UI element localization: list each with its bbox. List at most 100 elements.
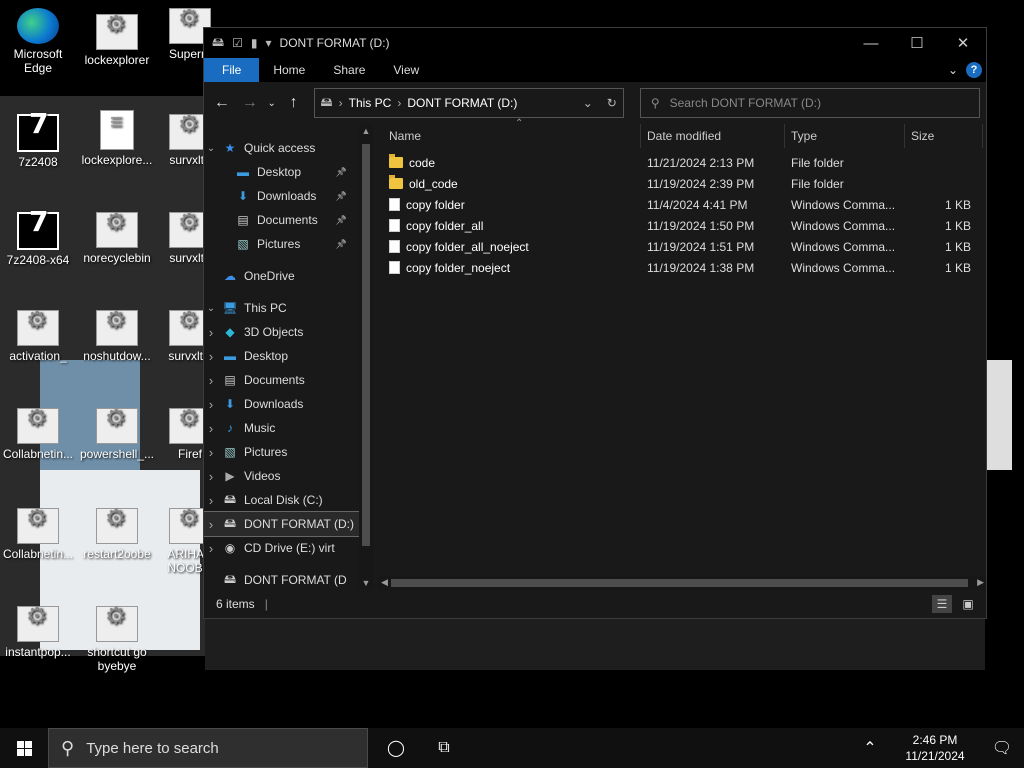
horizontal-scrollbar[interactable]: ◀ ▶	[379, 576, 986, 590]
column-size[interactable]: Size	[905, 124, 983, 148]
nav-dont-format-drive[interactable]: 🖴 DONT FORMAT (D	[204, 568, 359, 590]
desktop-icon[interactable]: Microsoft Edge	[0, 8, 78, 75]
expand-chevron-icon[interactable]: ›	[204, 517, 218, 532]
scroll-right-icon[interactable]: ▶	[977, 577, 984, 588]
expand-ribbon-chevron-icon[interactable]: ⌄	[948, 63, 958, 77]
nav-pc-item[interactable]: › ▤ Documents	[204, 368, 359, 392]
clock[interactable]: 2:46 PM 11/21/2024	[890, 732, 980, 764]
expand-chevron-icon[interactable]: ›	[204, 397, 218, 412]
column-type[interactable]: Type	[785, 124, 905, 148]
back-arrow-icon[interactable]: ←	[210, 91, 234, 115]
nav-pc-item[interactable]: › 🖴 Local Disk (C:)	[204, 488, 359, 512]
nav-onedrive[interactable]: ☁ OneDrive	[204, 264, 359, 288]
new-folder-icon[interactable]: ▮	[251, 36, 258, 50]
tab-file[interactable]: File	[204, 58, 260, 82]
desktop-icon[interactable]: instantpop...	[0, 606, 78, 659]
address-bar[interactable]: 🖴 › This PC › DONT FORMAT (D:) ⌄ ↻	[313, 88, 624, 118]
pin-icon[interactable]: 📌	[336, 167, 347, 178]
desktop-icon[interactable]: activation_	[0, 310, 78, 363]
scroll-left-icon[interactable]: ◀	[381, 577, 388, 588]
address-history-chevron-icon[interactable]: ⌄	[583, 96, 593, 110]
navigation-scrollbar[interactable]: ▲ ▼	[359, 124, 373, 590]
desktop-icon[interactable]: shortcut go byebye	[77, 606, 157, 673]
close-button[interactable]: ✕	[940, 28, 986, 58]
taskbar-search-box[interactable]: ⚲ Type here to search	[48, 728, 368, 768]
minimize-button[interactable]: —	[848, 28, 894, 58]
nav-quick-desktop[interactable]: ▬ Desktop 📌	[204, 160, 359, 184]
search-input[interactable]: ⚲ Search DONT FORMAT (D:)	[639, 88, 980, 118]
notifications-icon[interactable]: 🗨	[980, 728, 1024, 768]
desktop-icon[interactable]: lockexplorer	[77, 14, 157, 67]
expand-chevron-icon[interactable]: ›	[204, 541, 218, 556]
expand-chevron-icon[interactable]: ›	[204, 445, 218, 460]
file-row[interactable]: copy folder 11/4/2024 4:41 PM Windows Comm…	[379, 194, 986, 215]
desktop-icon[interactable]: Collabnetin...	[0, 508, 78, 561]
breadcrumb-current[interactable]: DONT FORMAT (D:)	[407, 96, 517, 110]
collapse-chevron-icon[interactable]: ⌄	[204, 303, 218, 314]
customize-toolbar-icon[interactable]: ▾	[266, 36, 272, 50]
file-row[interactable]: copy folder_noeject 11/19/2024 1:38 PM Win…	[379, 257, 986, 278]
maximize-button[interactable]: ☐	[894, 28, 940, 58]
task-view-icon[interactable]: ⧉	[420, 728, 468, 768]
pin-icon[interactable]: 📌	[336, 191, 347, 202]
nav-pc-item[interactable]: › ▬ Desktop	[204, 344, 359, 368]
refresh-icon[interactable]: ↻	[607, 96, 617, 110]
tab-share[interactable]: Share	[319, 58, 379, 82]
recent-locations-chevron-icon[interactable]: ⌄	[266, 91, 278, 115]
file-row[interactable]: code 11/21/2024 2:13 PM File folder	[379, 152, 986, 173]
tab-view[interactable]: View	[379, 58, 433, 82]
desktop-icon[interactable]: powershell_...	[77, 408, 157, 461]
nav-pc-item[interactable]: › ◆ 3D Objects	[204, 320, 359, 344]
column-date-modified[interactable]: Date modified	[641, 124, 785, 148]
nav-pc-item[interactable]: › ◉ CD Drive (E:) virt	[204, 536, 359, 560]
nav-pc-item[interactable]: › ▶ Videos	[204, 464, 359, 488]
file-row[interactable]: copy folder_all 11/19/2024 1:50 PM Windows…	[379, 215, 986, 236]
desktop-icon[interactable]: 7z2408	[0, 114, 78, 169]
file-row[interactable]: old_code 11/19/2024 2:39 PM File folder	[379, 173, 986, 194]
desktop-icon[interactable]: norecyclebin	[77, 212, 157, 265]
details-view-icon[interactable]: ☰	[932, 595, 952, 613]
nav-this-pc[interactable]: ⌄ 🖥 This PC	[204, 296, 359, 320]
file-row[interactable]: copy folder_all_noeject 11/19/2024 1:51 P…	[379, 236, 986, 257]
expand-chevron-icon[interactable]: ›	[204, 493, 218, 508]
properties-icon[interactable]: ☑	[232, 36, 243, 50]
nav-quick-access[interactable]: ⌄ ★ Quick access	[204, 136, 359, 160]
pin-icon[interactable]: 📌	[336, 239, 347, 250]
scroll-up-icon[interactable]: ▲	[359, 126, 373, 136]
large-icons-view-icon[interactable]: ▣	[958, 595, 978, 613]
help-icon[interactable]: ?	[966, 62, 982, 78]
tab-home[interactable]: Home	[259, 58, 319, 82]
scroll-down-icon[interactable]: ▼	[359, 578, 373, 588]
up-arrow-icon[interactable]: ↑	[282, 91, 306, 115]
nav-quick-documents[interactable]: ▤ Documents 📌	[204, 208, 359, 232]
expand-chevron-icon[interactable]: ›	[204, 373, 218, 388]
nav-pc-item[interactable]: › ▧ Pictures	[204, 440, 359, 464]
expand-chevron-icon[interactable]: ›	[204, 325, 218, 340]
desktop-icon[interactable]: noshutdow...	[77, 310, 157, 363]
forward-arrow-icon[interactable]: →	[238, 91, 262, 115]
file-date: 11/4/2024 4:41 PM	[647, 197, 748, 212]
pin-icon[interactable]: 📌	[336, 215, 347, 226]
expand-chevron-icon[interactable]: ›	[204, 349, 218, 364]
title-bar[interactable]: 🖴 ☑ ▮ ▾ DONT FORMAT (D:) — ☐ ✕	[204, 28, 986, 58]
expand-chevron-icon[interactable]: ›	[204, 469, 218, 484]
nav-pc-item[interactable]: › ⬇ Downloads	[204, 392, 359, 416]
nav-quick-pictures[interactable]: ▧ Pictures 📌	[204, 232, 359, 256]
scroll-thumb[interactable]	[391, 579, 968, 587]
cortana-icon[interactable]: ◯	[372, 728, 420, 768]
desktop-icon[interactable]: restart2oobe	[77, 508, 157, 561]
nav-quick-downloads[interactable]: ⬇ Downloads 📌	[204, 184, 359, 208]
desktop-icon[interactable]: 7z2408-x64	[0, 212, 78, 267]
collapse-chevron-icon[interactable]: ⌄	[204, 143, 218, 154]
desktop-icon[interactable]: lockexplore...	[77, 110, 157, 167]
nav-pc-item[interactable]: › 🖴 DONT FORMAT (D:)	[204, 511, 359, 537]
system-tray: ⌃ 2:46 PM 11/21/2024 🗨	[850, 728, 1024, 768]
breadcrumb-this-pc[interactable]: This PC	[349, 96, 392, 110]
desktop-icon[interactable]: Collabnetin...	[0, 408, 78, 461]
expand-chevron-icon[interactable]: ›	[204, 421, 218, 436]
nav-pc-item[interactable]: › ♪ Music	[204, 416, 359, 440]
show-hidden-icons-chevron-icon[interactable]: ⌃	[850, 728, 890, 768]
column-name[interactable]: Name	[379, 124, 641, 148]
scroll-thumb[interactable]	[362, 144, 370, 546]
start-button[interactable]	[0, 728, 48, 768]
